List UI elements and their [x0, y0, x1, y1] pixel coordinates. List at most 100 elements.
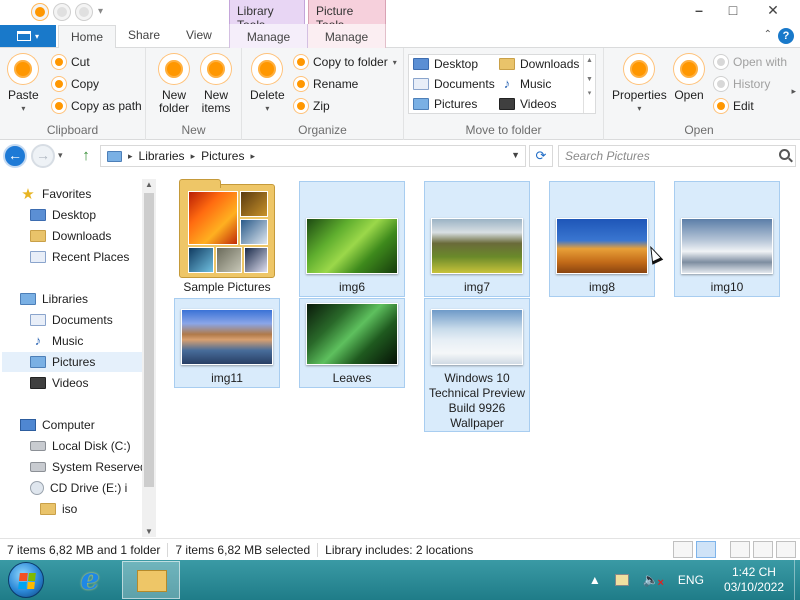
start-button[interactable]: [8, 562, 44, 598]
status-items-total: 7 items 6,82 MB and 1 folder: [0, 542, 169, 557]
move-to-desktop-item[interactable]: Desktop: [413, 57, 478, 71]
nav-recent-places[interactable]: Recent Places: [30, 247, 129, 267]
copy-to-folder-button[interactable]: Copy to folder ▾: [294, 55, 397, 69]
paste-button[interactable]: Paste ▾: [8, 54, 39, 115]
language-indicator[interactable]: ENG: [666, 573, 716, 587]
nav-libraries[interactable]: Libraries: [20, 289, 88, 309]
image-thumbnail: [556, 218, 648, 274]
file-item-img11[interactable]: img11: [174, 298, 280, 388]
move-to-videos-item[interactable]: Videos: [499, 97, 556, 111]
tab-home[interactable]: Home: [58, 25, 117, 49]
file-item-sample-pictures[interactable]: Sample Pictures: [174, 179, 280, 297]
nav-favorites[interactable]: ★ Favorites: [20, 184, 91, 204]
address-bar[interactable]: ▸ Libraries ▸ Pictures ▸ ▼: [100, 145, 526, 167]
breadcrumb-separator-icon[interactable]: ▸: [128, 151, 133, 162]
move-to-music-item[interactable]: ♪ Music: [499, 77, 552, 91]
tab-view[interactable]: View: [186, 28, 212, 42]
tab-manage-library[interactable]: Manage: [229, 24, 308, 48]
gallery-scrollbar[interactable]: ▲ ▼ ▾: [583, 55, 595, 113]
properties-button[interactable]: Properties ▾: [612, 54, 667, 115]
help-icon[interactable]: ?: [778, 28, 794, 44]
nav-downloads[interactable]: Downloads: [30, 226, 111, 246]
file-item-img6[interactable]: img6: [299, 181, 405, 297]
qat-properties-icon[interactable]: [32, 4, 48, 20]
details-pane-toggle-icon[interactable]: [776, 541, 796, 558]
move-to-downloads-item[interactable]: Downloads: [499, 57, 579, 71]
rename-button[interactable]: Rename: [294, 77, 358, 91]
nav-local-disk[interactable]: Local Disk (C:): [30, 436, 131, 456]
breadcrumb-separator-icon[interactable]: ▸: [191, 151, 196, 162]
address-history-icon[interactable]: ▼: [511, 150, 520, 160]
nav-system-reserved[interactable]: System Reserved: [30, 457, 147, 477]
copy-as-path-button[interactable]: Copy as path: [52, 99, 142, 113]
open-with-icon: [714, 55, 728, 69]
new-folder-button[interactable]: New folder: [156, 54, 192, 115]
nav-scrollbar[interactable]: ▲ ▼: [142, 179, 156, 537]
file-item-label: img7: [463, 280, 490, 294]
navigation-pane-toggle-icon[interactable]: [730, 541, 750, 558]
videos-film-icon: [30, 377, 46, 389]
close-button[interactable]: ✕: [750, 0, 796, 20]
nav-videos-label: Videos: [52, 376, 89, 390]
forward-button[interactable]: →: [31, 144, 55, 168]
edit-button[interactable]: Edit: [714, 99, 754, 113]
tab-share[interactable]: Share: [128, 28, 160, 42]
qat-undo-icon[interactable]: [76, 4, 92, 20]
clock[interactable]: 1:42 CH 03/10/2022: [716, 565, 794, 595]
file-explorer-taskbar-button[interactable]: [122, 561, 180, 599]
nav-cd-drive[interactable]: CD Drive (E:) i: [30, 478, 127, 498]
action-center-flag-icon[interactable]: [608, 574, 636, 586]
ribbon-more-icon[interactable]: ▸: [791, 86, 796, 97]
scroll-up-icon[interactable]: ▲: [142, 180, 156, 189]
nav-music[interactable]: ♪ Music: [30, 331, 84, 351]
open-button[interactable]: Open: [674, 54, 704, 102]
file-item-img7[interactable]: img7: [424, 181, 530, 297]
documents-icon: [30, 314, 46, 326]
minimize-ribbon-icon[interactable]: ⌃: [764, 29, 772, 40]
scroll-down-icon[interactable]: ▼: [142, 527, 156, 536]
nav-scrollbar-thumb[interactable]: [144, 193, 154, 487]
history-button[interactable]: History: [714, 77, 770, 91]
tab-manage-picture[interactable]: Manage: [308, 24, 386, 48]
nav-computer[interactable]: Computer: [20, 415, 95, 435]
nav-iso[interactable]: iso: [40, 499, 77, 519]
nav-documents[interactable]: Documents: [30, 310, 113, 330]
view-spacer: [719, 541, 727, 558]
details-view-icon[interactable]: [673, 541, 693, 558]
maximize-button[interactable]: □: [716, 0, 750, 20]
refresh-button[interactable]: ⟳: [529, 145, 553, 167]
nav-pictures[interactable]: Pictures: [2, 352, 142, 372]
file-item-img10[interactable]: img10: [674, 181, 780, 297]
minimize-button[interactable]: –: [682, 0, 716, 20]
zip-button[interactable]: Zip: [294, 99, 330, 113]
new-items-button[interactable]: New items: [198, 54, 234, 115]
qat-new-folder-icon[interactable]: [54, 4, 70, 20]
speaker-muted-icon[interactable]: 🔈 ×: [636, 572, 666, 589]
nav-videos[interactable]: Videos: [30, 373, 88, 393]
qat-customize-icon[interactable]: ▾: [98, 4, 106, 20]
cut-button[interactable]: Cut: [52, 55, 90, 69]
file-item-img8[interactable]: img8: [549, 181, 655, 297]
show-hidden-icons-icon[interactable]: ▲: [582, 573, 608, 587]
breadcrumb-separator-icon[interactable]: ▸: [250, 151, 255, 162]
file-tab[interactable]: ▾: [0, 25, 56, 47]
copy-button[interactable]: Copy: [52, 77, 99, 91]
delete-label: Delete: [250, 88, 285, 102]
file-item-windows-10-wallpaper[interactable]: Windows 10 Technical Preview Build 9926 …: [424, 298, 530, 432]
move-to-documents-item[interactable]: Documents: [413, 77, 495, 91]
move-to-pictures-item[interactable]: Pictures: [413, 97, 477, 111]
delete-button[interactable]: Delete ▾: [250, 54, 285, 115]
nav-desktop[interactable]: Desktop: [30, 205, 96, 225]
preview-pane-toggle-icon[interactable]: [753, 541, 773, 558]
recent-locations-icon[interactable]: ▾: [58, 150, 63, 161]
search-input[interactable]: Search Pictures: [558, 145, 796, 167]
open-with-button[interactable]: Open with: [714, 55, 787, 69]
breadcrumb-pictures[interactable]: Pictures: [201, 149, 244, 163]
back-button[interactable]: ←: [3, 144, 27, 168]
internet-explorer-icon[interactable]: e: [70, 564, 110, 596]
show-desktop-button[interactable]: [794, 560, 800, 600]
file-item-leaves[interactable]: Leaves: [299, 298, 405, 388]
up-arrow-icon[interactable]: ↑: [77, 147, 95, 165]
breadcrumb-libraries[interactable]: Libraries: [139, 149, 185, 163]
large-icons-view-icon[interactable]: [696, 541, 716, 558]
